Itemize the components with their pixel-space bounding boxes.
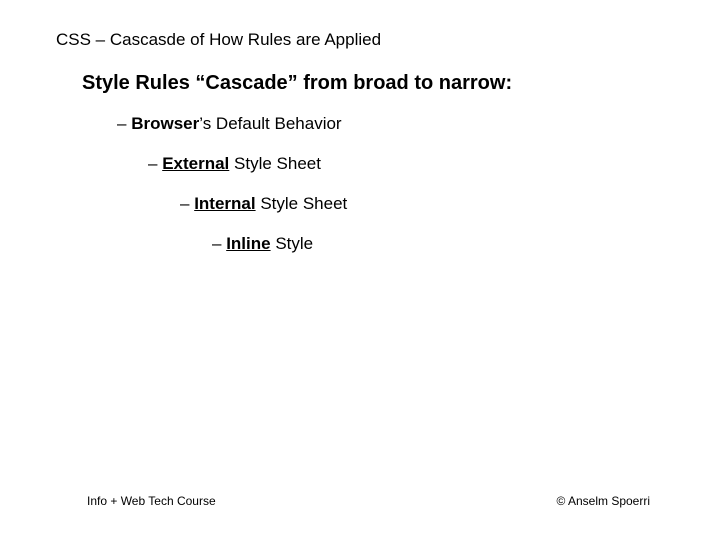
dash: –: [148, 154, 162, 173]
bullet-internal: – Internal Style Sheet: [180, 194, 347, 214]
bullet-inline: – Inline Style: [212, 234, 313, 254]
bullet-browser-bold: Browser: [131, 114, 199, 133]
footer-right: © Anselm Spoerri: [556, 494, 650, 508]
dash: –: [117, 114, 131, 133]
dash: –: [212, 234, 226, 253]
slide-heading: Style Rules “Cascade” from broad to narr…: [82, 72, 512, 95]
dash: –: [180, 194, 194, 213]
bullet-internal-bold: Internal: [194, 194, 255, 213]
bullet-inline-rest: Style: [271, 234, 314, 253]
footer-left: Info + Web Tech Course: [87, 494, 216, 508]
slide: CSS – Cascasde of How Rules are Applied …: [0, 0, 720, 540]
bullet-browser-rest: ’s Default Behavior: [199, 114, 341, 133]
bullet-inline-bold: Inline: [226, 234, 270, 253]
bullet-external-bold: External: [162, 154, 229, 173]
bullet-external-rest: Style Sheet: [229, 154, 321, 173]
bullet-external: – External Style Sheet: [148, 154, 321, 174]
bullet-browser: – Browser’s Default Behavior: [117, 114, 342, 134]
slide-title: CSS – Cascasde of How Rules are Applied: [56, 30, 381, 50]
bullet-internal-rest: Style Sheet: [256, 194, 348, 213]
